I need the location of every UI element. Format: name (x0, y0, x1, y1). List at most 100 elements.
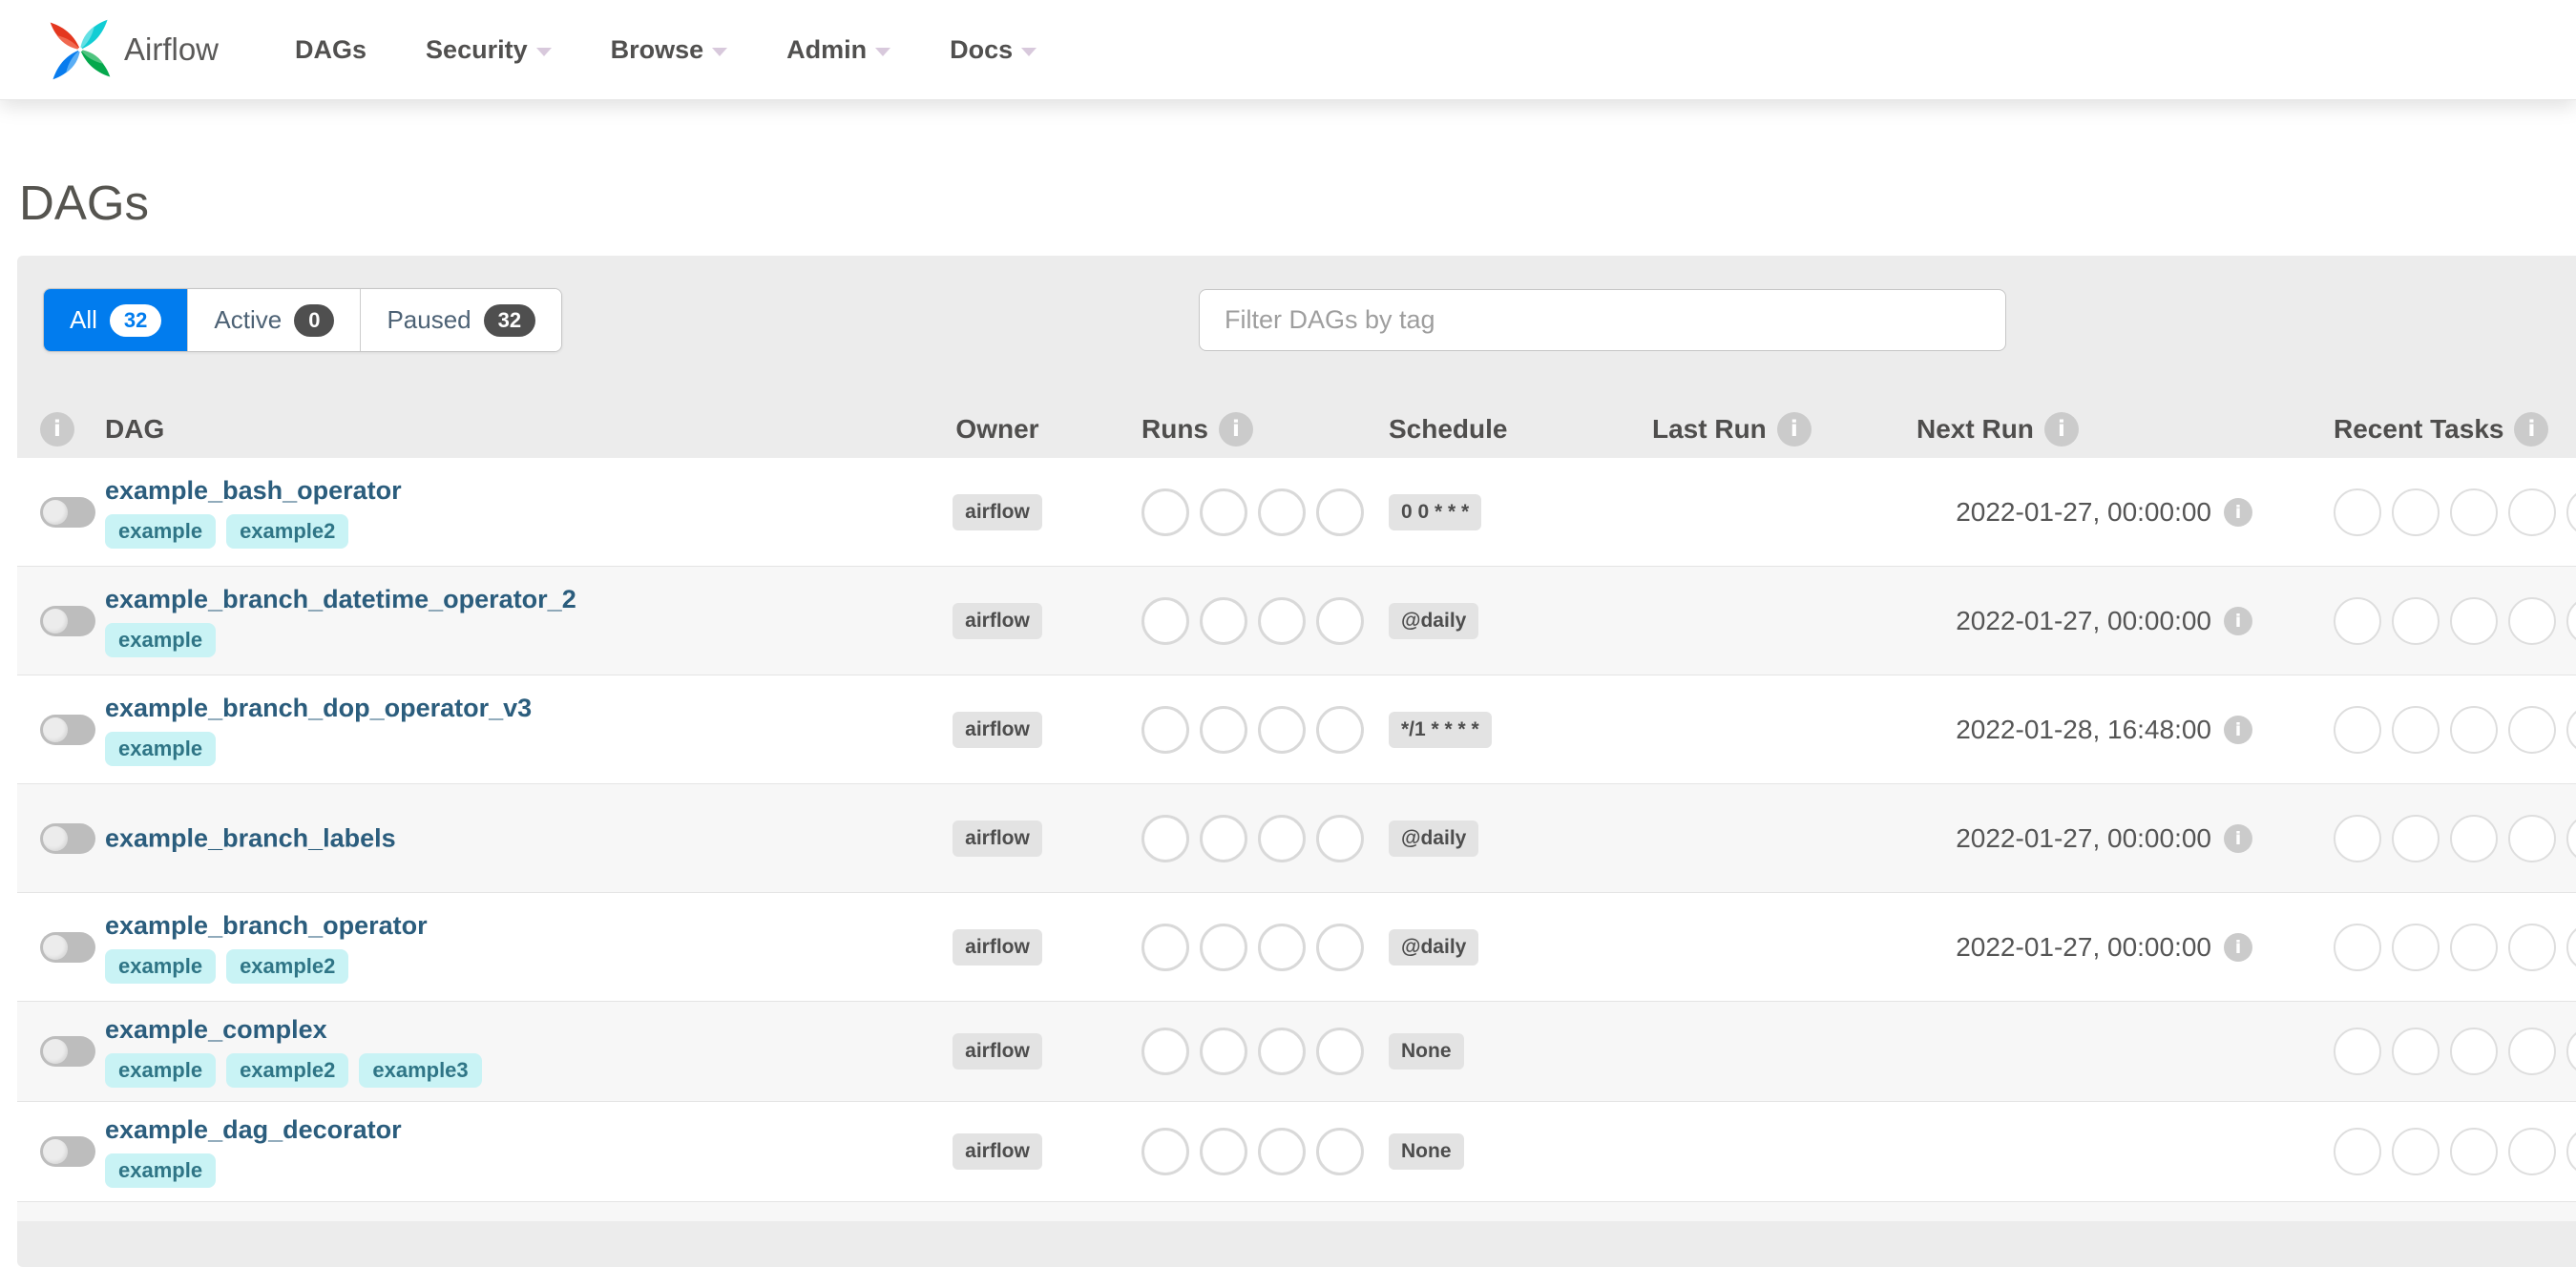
nav-link-admin[interactable]: Admin (786, 35, 891, 65)
recent-task-circle[interactable] (2566, 1128, 2576, 1175)
dag-tag[interactable]: example (105, 731, 217, 766)
recent-task-circle[interactable] (2334, 488, 2381, 536)
schedule-badge[interactable]: None (1389, 1033, 1464, 1070)
schedule-badge[interactable]: */1 * * * * (1389, 711, 1492, 748)
run-status-circle[interactable] (1200, 596, 1247, 645)
run-status-circle[interactable] (1141, 1028, 1189, 1075)
recent-task-circle[interactable] (2566, 596, 2576, 645)
dag-pause-toggle[interactable] (40, 714, 95, 745)
run-status-circle[interactable] (1316, 488, 1364, 536)
recent-task-circle[interactable] (2566, 488, 2576, 536)
run-status-circle[interactable] (1200, 705, 1247, 754)
schedule-badge[interactable]: None (1389, 1133, 1464, 1170)
recent-task-circle[interactable] (2450, 1128, 2498, 1175)
run-status-circle[interactable] (1141, 705, 1189, 754)
recent-task-circle[interactable] (2566, 1028, 2576, 1075)
recent-task-circle[interactable] (2508, 705, 2556, 754)
dag-link[interactable]: example_branch_labels (105, 823, 396, 853)
run-status-circle[interactable] (1141, 814, 1189, 862)
dag-link[interactable]: example_branch_dop_operator_v3 (105, 694, 532, 723)
recent-task-circle[interactable] (2508, 814, 2556, 862)
recent-task-circle[interactable] (2508, 596, 2556, 645)
recent-task-circle[interactable] (2508, 488, 2556, 536)
recent-task-circle[interactable] (2392, 488, 2440, 536)
tab-all[interactable]: All 32 (44, 289, 188, 351)
schedule-badge[interactable]: 0 0 * * * (1389, 493, 1482, 530)
recent-task-circle[interactable] (2508, 1028, 2556, 1075)
run-status-circle[interactable] (1200, 488, 1247, 536)
recent-task-circle[interactable] (2450, 1028, 2498, 1075)
tab-paused[interactable]: Paused 32 (360, 289, 562, 351)
recent-task-circle[interactable] (2450, 705, 2498, 754)
dag-pause-toggle[interactable] (40, 1136, 95, 1167)
recent-task-circle[interactable] (2392, 923, 2440, 971)
dag-tag[interactable]: example3 (359, 1053, 482, 1088)
dag-link[interactable]: example_bash_operator (105, 476, 402, 506)
recent-task-circle[interactable] (2392, 1028, 2440, 1075)
dag-tag[interactable]: example (105, 513, 217, 549)
filter-dags-by-tag-input[interactable] (1199, 289, 2006, 351)
run-status-circle[interactable] (1316, 1128, 1364, 1175)
run-status-circle[interactable] (1141, 1128, 1189, 1175)
recent-task-circle[interactable] (2334, 1128, 2381, 1175)
dag-link[interactable]: example_branch_datetime_operator_2 (105, 585, 576, 614)
run-status-circle[interactable] (1200, 1028, 1247, 1075)
dag-pause-toggle[interactable] (40, 605, 95, 636)
recent-task-circle[interactable] (2450, 488, 2498, 536)
dag-pause-toggle[interactable] (40, 931, 95, 963)
dag-pause-toggle[interactable] (40, 1036, 95, 1067)
recent-task-circle[interactable] (2392, 596, 2440, 645)
recent-task-circle[interactable] (2392, 814, 2440, 862)
dag-link[interactable]: example_dag_decorator (105, 1115, 402, 1145)
schedule-badge[interactable]: @daily (1389, 820, 1479, 857)
recent-task-circle[interactable] (2392, 1128, 2440, 1175)
run-status-circle[interactable] (1316, 596, 1364, 645)
run-status-circle[interactable] (1258, 596, 1306, 645)
dag-tag[interactable]: example2 (226, 513, 349, 549)
nav-link-security[interactable]: Security (426, 35, 552, 65)
recent-task-circle[interactable] (2450, 596, 2498, 645)
dag-tag[interactable]: example (105, 622, 217, 657)
run-status-circle[interactable] (1316, 705, 1364, 754)
run-status-circle[interactable] (1258, 1128, 1306, 1175)
dag-tag[interactable]: example (105, 1153, 217, 1188)
dag-tag[interactable]: example2 (226, 948, 349, 984)
dag-link[interactable]: example_complex (105, 1015, 327, 1045)
schedule-badge[interactable]: @daily (1389, 602, 1479, 639)
dag-link[interactable]: example_branch_operator (105, 911, 428, 941)
run-status-circle[interactable] (1200, 1128, 1247, 1175)
recent-task-circle[interactable] (2508, 1128, 2556, 1175)
dag-pause-toggle[interactable] (40, 822, 95, 854)
recent-task-circle[interactable] (2334, 596, 2381, 645)
recent-task-circle[interactable] (2334, 705, 2381, 754)
recent-task-circle[interactable] (2566, 814, 2576, 862)
dag-tag[interactable]: example2 (226, 1053, 349, 1088)
run-status-circle[interactable] (1258, 1028, 1306, 1075)
recent-task-circle[interactable] (2450, 923, 2498, 971)
recent-task-circle[interactable] (2334, 923, 2381, 971)
run-status-circle[interactable] (1258, 705, 1306, 754)
dag-pause-toggle[interactable] (40, 496, 95, 528)
nav-link-dags[interactable]: DAGs (295, 35, 367, 65)
recent-task-circle[interactable] (2508, 923, 2556, 971)
recent-task-circle[interactable] (2392, 705, 2440, 754)
run-status-circle[interactable] (1141, 923, 1189, 971)
airflow-brand[interactable]: Airflow (48, 17, 219, 82)
run-status-circle[interactable] (1200, 814, 1247, 862)
recent-task-circle[interactable] (2566, 923, 2576, 971)
schedule-badge[interactable]: @daily (1389, 928, 1479, 966)
dag-tag[interactable]: example (105, 1053, 217, 1088)
dag-tag[interactable]: example (105, 948, 217, 984)
nav-link-docs[interactable]: Docs (950, 35, 1037, 65)
tab-active[interactable]: Active 0 (187, 289, 361, 351)
run-status-circle[interactable] (1316, 1028, 1364, 1075)
run-status-circle[interactable] (1258, 488, 1306, 536)
recent-task-circle[interactable] (2566, 705, 2576, 754)
nav-link-browse[interactable]: Browse (611, 35, 728, 65)
run-status-circle[interactable] (1316, 923, 1364, 971)
run-status-circle[interactable] (1258, 923, 1306, 971)
run-status-circle[interactable] (1316, 814, 1364, 862)
recent-task-circle[interactable] (2450, 814, 2498, 862)
run-status-circle[interactable] (1200, 923, 1247, 971)
run-status-circle[interactable] (1258, 814, 1306, 862)
